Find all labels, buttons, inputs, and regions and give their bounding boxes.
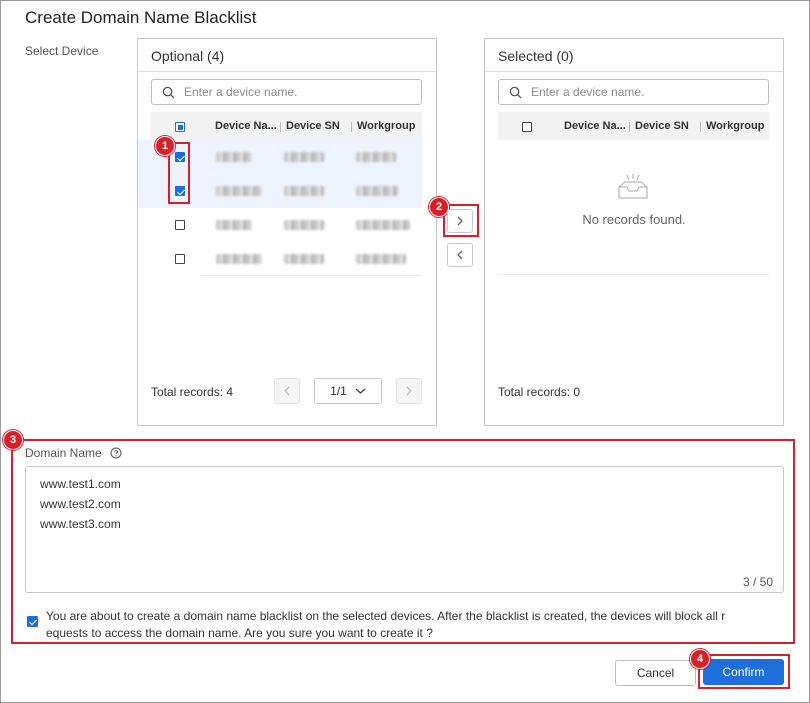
domain-name-lines: www.test1.com www.test2.com www.test3.co…: [40, 474, 121, 534]
cancel-button[interactable]: Cancel: [615, 660, 696, 686]
device-sn-cell: [284, 220, 324, 230]
character-counter: 3 / 50: [742, 575, 773, 589]
table-row[interactable]: [138, 208, 422, 242]
empty-state-text: No records found.: [582, 212, 686, 227]
select-device-label: Select Device: [25, 44, 99, 58]
selected-panel-divider: [485, 71, 783, 72]
workgroup-cell: [356, 220, 410, 230]
optional-panel: Optional (4) Device Na... Device SN Work…: [137, 38, 437, 426]
chevron-right-icon: [406, 386, 412, 396]
column-device-name[interactable]: Device Na...: [558, 120, 629, 132]
domain-line: www.test3.com: [40, 517, 121, 531]
optional-total-records: Total records: 4: [151, 385, 234, 399]
chevron-left-icon: [457, 250, 463, 260]
domain-name-textarea[interactable]: www.test1.com www.test2.com www.test3.co…: [25, 466, 784, 593]
dialog-title: Create Domain Name Blacklist: [25, 8, 257, 27]
search-icon: [162, 86, 175, 99]
optional-panel-divider: [138, 71, 436, 72]
next-page-button[interactable]: [396, 378, 422, 404]
domain-line: www.test1.com: [40, 477, 121, 491]
workgroup-cell: [356, 186, 398, 196]
chevron-right-icon: [457, 216, 463, 226]
annotation-badge-4: 4: [690, 649, 710, 669]
optional-search-field[interactable]: [184, 85, 384, 99]
annotation-badge-3: 3: [3, 430, 23, 450]
domain-name-label-text: Domain Name: [25, 446, 102, 460]
chevron-left-icon: [284, 386, 290, 396]
device-name-cell: [216, 152, 252, 162]
workgroup-cell: [356, 152, 396, 162]
chevron-down-icon: [355, 388, 366, 394]
annotation-badge-2: 2: [429, 197, 449, 217]
select-all-checkbox[interactable]: [175, 122, 185, 132]
confirm-warning-line-1: You are about to create a domain name bl…: [46, 609, 726, 623]
page-select-value: 1/1: [330, 384, 347, 398]
move-left-button[interactable]: [447, 243, 473, 267]
column-device-sn[interactable]: Device SN: [280, 120, 351, 132]
workgroup-cell: [356, 254, 406, 264]
optional-panel-title: Optional (4): [151, 48, 225, 64]
column-workgroup[interactable]: Workgroup: [351, 120, 422, 132]
table-row[interactable]: [138, 242, 422, 276]
row-checkbox[interactable]: [175, 254, 185, 264]
device-sn-cell: [284, 254, 324, 264]
device-sn-cell: [284, 152, 324, 162]
selected-total-records: Total records: 0: [498, 385, 581, 399]
confirm-checkbox[interactable]: [27, 616, 38, 627]
annotation-badge-1: 1: [155, 136, 175, 156]
prev-page-button[interactable]: [274, 378, 300, 404]
row-checkbox[interactable]: [175, 220, 185, 230]
page-select[interactable]: 1/1: [314, 378, 382, 404]
confirm-button[interactable]: Confirm: [703, 659, 784, 685]
selected-table-bottom-line: [498, 274, 769, 275]
domain-line: www.test2.com: [40, 497, 121, 511]
device-name-cell: [216, 186, 262, 196]
device-sn-cell: [284, 186, 324, 196]
optional-table-bottom-line: [201, 275, 422, 276]
device-name-cell: [216, 254, 262, 264]
column-workgroup[interactable]: Workgroup: [700, 120, 769, 132]
help-circle-icon[interactable]: [110, 447, 122, 459]
column-device-sn[interactable]: Device SN: [629, 120, 700, 132]
confirm-warning-text: You are about to create a domain name bl…: [46, 608, 791, 642]
optional-table-header: Device Na... Device SN Workgroup: [151, 112, 422, 140]
empty-inbox-icon: [618, 174, 648, 199]
search-icon: [509, 86, 522, 99]
move-right-button[interactable]: [447, 209, 473, 233]
selected-search-input[interactable]: [498, 79, 769, 105]
selected-table-header: Device Na... Device SN Workgroup: [498, 112, 769, 140]
select-all-checkbox[interactable]: [522, 122, 532, 132]
device-name-cell: [216, 220, 252, 230]
domain-name-label: Domain Name: [25, 446, 122, 460]
selected-search-field[interactable]: [531, 85, 731, 99]
selected-panel: Selected (0) Device Na... Device SN Work…: [484, 38, 784, 426]
optional-search-input[interactable]: [151, 79, 422, 105]
column-device-name[interactable]: Device Na...: [209, 120, 280, 132]
confirm-warning-line-2: equests to access the domain name. Are y…: [46, 626, 433, 640]
selected-panel-title: Selected (0): [498, 48, 574, 64]
